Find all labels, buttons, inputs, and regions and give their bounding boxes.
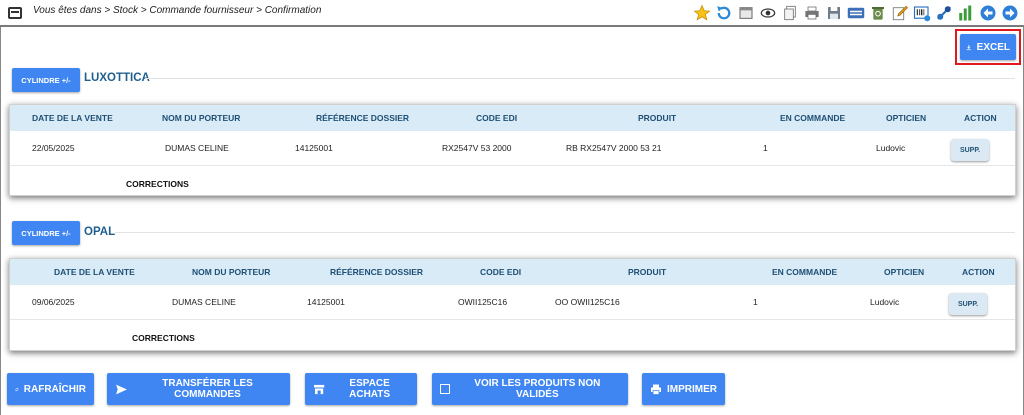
cell-code-edi: OWII125C16	[458, 297, 508, 307]
col-opticien: OPTICIEN	[884, 267, 925, 277]
cell-opticien: Ludovic	[870, 297, 900, 307]
cell-produit: OO OWII125C16	[555, 297, 620, 307]
barcode-icon[interactable]	[911, 2, 932, 23]
order-card-opal: DATE DE LA VENTE NOM DU PORTEUR RÉFÉRENC…	[9, 258, 1016, 351]
col-dossier: RÉFÉRENCE DOSSIER	[316, 113, 410, 123]
print-button[interactable]: IMPRIMER	[642, 373, 725, 405]
toolbar	[691, 2, 1020, 23]
excel-button[interactable]: EXCEL	[960, 34, 1016, 60]
table-row: 09/06/2025 DUMAS CELINE 14125001 OWII125…	[10, 285, 1015, 320]
col-en-commande: EN COMMANDE	[772, 267, 838, 277]
col-date: DATE DE LA VENTE	[32, 113, 113, 123]
supp-button[interactable]: SUPP.	[951, 139, 989, 161]
arrow-right-icon[interactable]	[999, 2, 1020, 23]
documents-icon[interactable]	[779, 2, 800, 23]
cylindre-button-opal[interactable]: CYLINDRE +/-	[12, 221, 80, 245]
transfer-label: TRANSFÉRER LES COMMANDES	[162, 378, 253, 400]
excel-label: EXCEL	[976, 41, 1010, 53]
recycle-icon[interactable]	[867, 2, 888, 23]
keyboard-icon[interactable]	[845, 2, 866, 23]
group-separator	[145, 78, 1015, 79]
supp-button[interactable]: SUPP.	[949, 293, 987, 315]
window-icon[interactable]	[735, 2, 756, 23]
store-icon	[314, 384, 325, 394]
col-code-edi: CODE EDI	[480, 267, 522, 277]
refresh-button[interactable]: RAFRAÎCHIR	[7, 373, 94, 405]
eye-icon[interactable]	[757, 2, 778, 23]
cell-code-edi: RX2547V 53 2000	[442, 143, 512, 153]
arrow-left-icon[interactable]	[977, 2, 998, 23]
table-row: 22/05/2025 DUMAS CELINE 14125001 RX2547V…	[10, 131, 1015, 166]
action-bar: RAFRAÎCHIR TRANSFÉRER LES COMMANDES ESPA…	[0, 373, 1024, 405]
supplier-title-luxottica: LUXOTTICA	[84, 72, 150, 84]
corrections-label: CORRECTIONS	[132, 333, 195, 343]
purchases-space-button[interactable]: ESPACE ACHATS	[305, 373, 417, 405]
send-icon	[116, 384, 127, 394]
col-action: ACTION	[962, 267, 995, 277]
purchases-label: ESPACE ACHATS	[349, 378, 391, 400]
group-separator	[115, 232, 1015, 233]
supplier-title-opal: OPAL	[84, 226, 116, 238]
cylindre-button-luxottica[interactable]: CYLINDRE +/-	[12, 68, 80, 92]
refresh-label: RAFRAÎCHIR	[23, 383, 86, 395]
col-action: ACTION	[964, 113, 997, 123]
edit-icon[interactable]	[889, 2, 910, 23]
cell-produit: RB RX2547V 2000 53 21	[566, 143, 662, 153]
table-header: DATE DE LA VENTE NOM DU PORTEUR RÉFÉRENC…	[10, 105, 1015, 131]
col-en-commande: EN COMMANDE	[780, 113, 846, 123]
col-porteur: NOM DU PORTEUR	[192, 267, 271, 277]
breadcrumb: Vous êtes dans > Stock > Commande fourni…	[33, 5, 322, 16]
cell-date: 09/06/2025	[32, 297, 75, 307]
col-code-edi: CODE EDI	[476, 113, 518, 123]
cell-en-commande: 1	[753, 297, 758, 307]
col-produit: PRODUIT	[638, 113, 677, 123]
top-bar: Vous êtes dans > Stock > Commande fourni…	[0, 0, 1024, 27]
cell-porteur: DUMAS CELINE	[172, 297, 236, 307]
unvalidated-label: VOIR LES PRODUITS NON VALIDÉS	[474, 378, 601, 400]
col-porteur: NOM DU PORTEUR	[162, 113, 241, 123]
checkbox-icon	[440, 384, 450, 394]
cell-porteur: DUMAS CELINE	[165, 143, 229, 153]
menu-icon[interactable]	[8, 7, 22, 19]
sync-icon	[15, 387, 19, 391]
excel-highlight: EXCEL	[955, 29, 1021, 65]
order-card-luxottica: DATE DE LA VENTE NOM DU PORTEUR RÉFÉRENC…	[9, 104, 1016, 196]
cell-dossier: 14125001	[295, 143, 333, 153]
plug-icon[interactable]	[933, 2, 954, 23]
printer-icon[interactable]	[801, 2, 822, 23]
print-label: IMPRIMER	[667, 383, 717, 395]
col-produit: PRODUIT	[628, 267, 667, 277]
col-date: DATE DE LA VENTE	[54, 267, 135, 277]
col-dossier: RÉFÉRENCE DOSSIER	[330, 267, 424, 277]
cell-opticien: Ludovic	[876, 143, 906, 153]
content-frame	[0, 27, 1024, 415]
refresh-history-icon[interactable]	[713, 2, 734, 23]
download-icon	[966, 44, 971, 50]
print-icon	[651, 384, 661, 395]
unvalidated-products-button[interactable]: VOIR LES PRODUITS NON VALIDÉS	[432, 373, 628, 405]
bar-chart-icon[interactable]	[955, 2, 976, 23]
col-opticien: OPTICIEN	[886, 113, 927, 123]
cell-dossier: 14125001	[307, 297, 345, 307]
cell-en-commande: 1	[763, 143, 768, 153]
star-icon[interactable]	[691, 2, 712, 23]
save-icon[interactable]	[823, 2, 844, 23]
transfer-orders-button[interactable]: TRANSFÉRER LES COMMANDES	[107, 373, 290, 405]
cell-date: 22/05/2025	[32, 143, 75, 153]
corrections-label: CORRECTIONS	[126, 179, 189, 189]
table-header: DATE DE LA VENTE NOM DU PORTEUR RÉFÉRENC…	[10, 259, 1015, 285]
